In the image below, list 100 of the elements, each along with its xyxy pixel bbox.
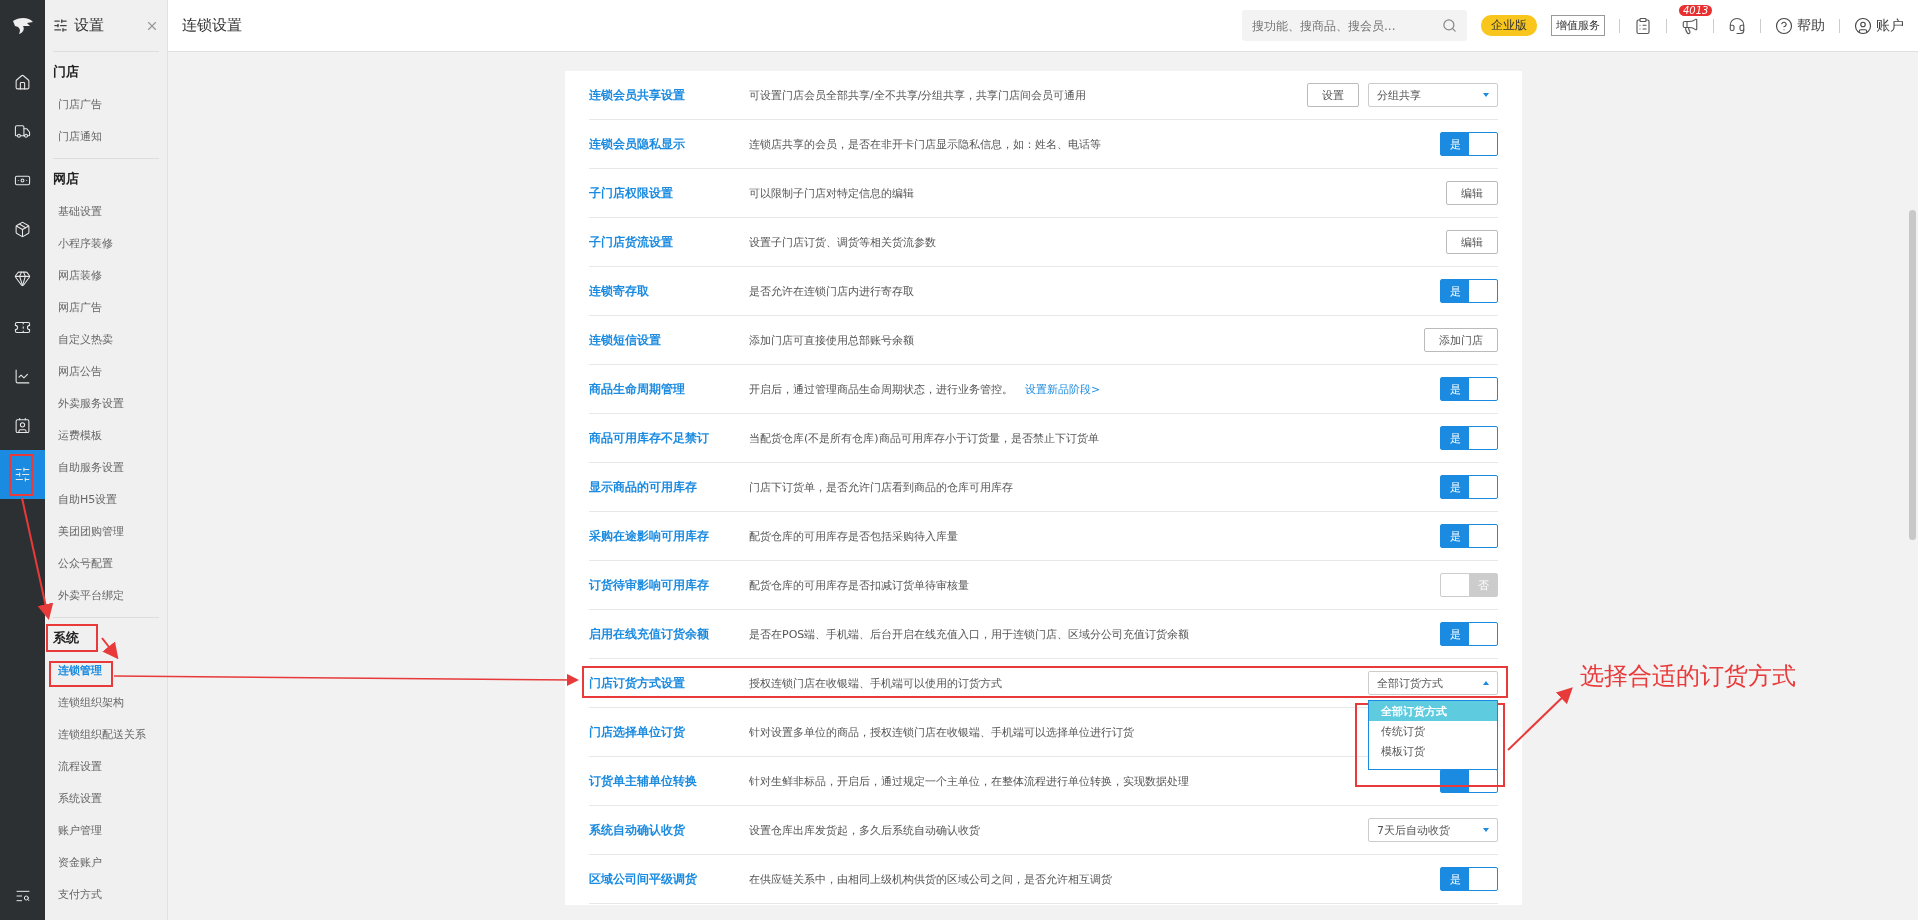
toggle-knob: 是	[1441, 868, 1469, 890]
headset-icon[interactable]	[1728, 16, 1746, 35]
toggle-knob: 是	[1441, 378, 1469, 400]
setting-description: 连锁店共享的会员，是否在非开卡门店显示隐私信息，如：姓名、电话等	[749, 136, 1101, 152]
setting-description: 在供应链关系中，由相同上级机构供货的区域公司之间，是否允许相互调货	[749, 871, 1112, 887]
sidebar-item[interactable]: 网店广告	[53, 291, 106, 323]
annotation-arrow	[1507, 687, 1573, 751]
search-icon	[1442, 18, 1457, 33]
setting-description: 当配货仓库(不是所有仓库)商品可用库存小于订货量，是否禁止下订货单	[749, 430, 1099, 446]
sidebar-item[interactable]: 自助H5设置	[53, 483, 122, 515]
toggle-knob: 是	[1441, 133, 1469, 155]
toggle-switch[interactable]: 是	[1440, 475, 1498, 499]
sidebar-item[interactable]: 美团团购管理	[53, 515, 128, 547]
action-button[interactable]: 添加门店	[1424, 328, 1498, 352]
diamond-icon	[14, 270, 31, 287]
sidebar-item[interactable]: 外卖服务设置	[53, 387, 128, 419]
setting-description: 针对生鲜非标品，开启后，通过规定一个主单位，在整体流程进行单位转换，实现数据处理	[749, 773, 1189, 789]
select-field[interactable]: 7天后自动收货	[1368, 818, 1498, 842]
setting-description: 针对设置多单位的商品，授权连锁门店在收银端、手机端可以选择单位进行订货	[749, 724, 1134, 740]
toggle-switch[interactable]: 是	[1440, 426, 1498, 450]
settings-icon	[14, 466, 31, 483]
setting-title: 子门店货流设置	[589, 233, 674, 251]
setting-title: 商品可用库存不足禁订	[589, 429, 710, 447]
account-link[interactable]: 账户	[1876, 16, 1904, 35]
setting-description: 开启后，通过管理商品生命周期状态，进行业务管控。 设置新品阶段>	[749, 381, 1101, 397]
section-heading: 门店	[53, 63, 79, 81]
service-button[interactable]: 增值服务	[1551, 15, 1605, 36]
sidebar-item[interactable]: 支付方式	[53, 878, 106, 910]
sidebar-item[interactable]: 小程序装修	[53, 227, 117, 259]
setting-description: 授权连锁门店在收银端、手机端可以使用的订货方式	[749, 675, 1002, 691]
sidebar-item[interactable]: 连锁组织架构	[53, 686, 128, 718]
sidebar-item[interactable]: 连锁管理	[53, 654, 106, 686]
toggle-knob: 是	[1441, 623, 1469, 645]
sidebar-item[interactable]: 外卖平台绑定	[53, 579, 128, 611]
sidebar-item[interactable]: 网店公告	[53, 355, 106, 387]
truck-icon	[14, 123, 31, 140]
sidebar-item[interactable]: 门店通知	[53, 120, 106, 152]
megaphone-icon[interactable]	[1681, 16, 1699, 35]
chart-icon	[14, 368, 31, 385]
setting-title: 系统自动确认收货	[589, 821, 686, 839]
help-icon[interactable]	[1775, 16, 1793, 35]
setting-description: 添加门店可直接使用总部账号余额	[749, 332, 914, 348]
sidebar-item[interactable]: 公众号配置	[53, 547, 117, 579]
sidebar-item[interactable]: 资金账户	[53, 846, 106, 878]
toggle-switch[interactable]: 是	[1440, 377, 1498, 401]
annotation-box	[46, 624, 98, 652]
sidebar-item[interactable]: 系统设置	[53, 782, 106, 814]
search-field[interactable]: 搜功能、搜商品、搜会员...	[1242, 10, 1467, 41]
sidebar-item[interactable]: 基础设置	[53, 195, 106, 227]
setting-title: 连锁会员隐私显示	[589, 135, 686, 153]
setting-description: 配货仓库的可用库存是否包括采购待入库量	[749, 528, 958, 544]
toggle-switch[interactable]: 是	[1440, 622, 1498, 646]
setting-description: 是否在POS端、手机端、后台开启在线充值入口，用于连锁门店、区域分公司充值订货余额	[749, 626, 1190, 642]
setting-title: 采购在途影响可用库存	[589, 527, 710, 545]
toggle-switch[interactable]: 是	[1440, 524, 1498, 548]
setting-title: 订货待审影响可用库存	[589, 576, 710, 594]
setting-description: 可以限制子门店对特定信息的编辑	[749, 185, 914, 201]
setting-description: 可设置门店会员全部共享/全不共享/分组共享，共享门店间会员可通用	[749, 87, 1087, 103]
sidebar-item[interactable]: 账户管理	[53, 814, 106, 846]
toggle-switch[interactable]: 是	[1440, 279, 1498, 303]
sidebar-item[interactable]: 网店装修	[53, 259, 106, 291]
annotation-arrow	[101, 637, 119, 660]
setting-description: 门店下订货单，是否允许门店看到商品的仓库可用库存	[749, 479, 1013, 495]
section-heading: 系统	[53, 629, 79, 647]
sidebar-item[interactable]: 运费模板	[53, 419, 106, 451]
setting-title: 门店订货方式设置	[589, 674, 686, 692]
user-icon[interactable]	[1854, 16, 1872, 35]
sidebar-item[interactable]: 流程设置	[53, 750, 106, 782]
sidebar-item[interactable]: 连锁组织配送关系	[53, 718, 150, 750]
action-button[interactable]: 设置	[1307, 83, 1359, 107]
action-button[interactable]: 编辑	[1446, 181, 1498, 205]
setting-link[interactable]: 设置新品阶段>	[1025, 382, 1101, 396]
setting-description: 是否允许在连锁门店内进行寄存取	[749, 283, 914, 299]
action-button[interactable]: 编辑	[1446, 230, 1498, 254]
setting-title: 门店选择单位订货	[589, 723, 686, 741]
toggle-switch[interactable]	[1440, 769, 1498, 793]
annotation-box	[49, 661, 113, 687]
toggle-switch[interactable]: 是	[1440, 867, 1498, 891]
sidebar-item[interactable]: 自定义热卖	[53, 323, 117, 355]
home-icon	[14, 74, 31, 91]
scrollbar-thumb[interactable]	[1909, 210, 1916, 540]
select-field[interactable]: 分组共享	[1368, 83, 1498, 107]
setting-description: 配货仓库的可用库存是否扣减订货单待审核量	[749, 577, 969, 593]
sidebar-title: 设置	[74, 16, 105, 35]
sidebar-item[interactable]: 门店广告	[53, 88, 106, 120]
toggle-knob: 是	[1441, 427, 1469, 449]
sidebar-item[interactable]: 自助服务设置	[53, 451, 128, 483]
setting-description: 设置子门店订货、调货等相关货流参数	[749, 234, 936, 250]
clipboard-icon[interactable]	[1634, 16, 1652, 35]
edition-badge: 企业版	[1481, 15, 1537, 36]
notice-count: 4013	[1679, 4, 1713, 16]
setting-title: 订货单主辅单位转换	[589, 772, 698, 790]
toggle-knob: 是	[1441, 476, 1469, 498]
setting-title: 区域公司间平级调货	[589, 870, 698, 888]
annotation-box	[9, 454, 33, 496]
setting-title: 子门店权限设置	[589, 184, 674, 202]
ticket-icon	[14, 319, 31, 336]
help-link[interactable]: 帮助	[1797, 16, 1825, 35]
id-card-icon	[14, 417, 31, 434]
toggle-switch[interactable]: 是	[1440, 132, 1498, 156]
